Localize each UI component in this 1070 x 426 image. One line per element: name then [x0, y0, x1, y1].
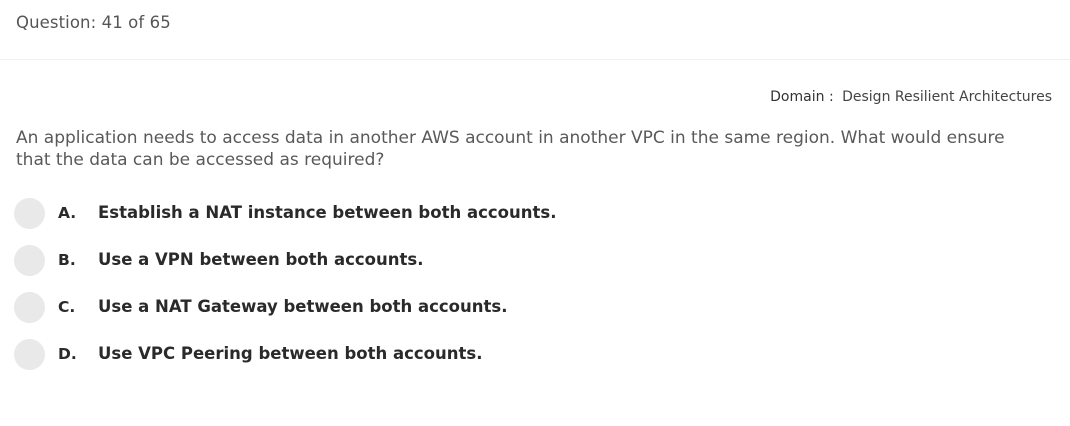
option-d-text[interactable]: Use VPC Peering between both accounts. — [98, 344, 482, 363]
option-b-letter: B. — [58, 251, 76, 269]
domain-separator: : — [828, 89, 834, 105]
option-c-letter: C. — [58, 298, 76, 316]
question-counter: Question: 41 of 65 — [16, 13, 171, 32]
option-d-letter: D. — [58, 345, 77, 363]
domain-label: Domain — [770, 89, 825, 105]
domain-info: Domain : Design Resilient Architectures — [770, 89, 1052, 105]
question-text: An application needs to access data in a… — [16, 128, 1005, 170]
option-b-radio[interactable] — [14, 245, 45, 276]
question-header: Question: 41 of 65 — [0, 0, 1070, 60]
option-b-text[interactable]: Use a VPN between both accounts. — [98, 250, 423, 269]
option-d[interactable]: D. Use VPC Peering between both accounts… — [14, 337, 914, 384]
domain-value: Design Resilient Architectures — [842, 89, 1052, 105]
option-a[interactable]: A. Establish a NAT instance between both… — [14, 196, 914, 243]
option-a-letter: A. — [58, 204, 77, 222]
option-c-text[interactable]: Use a NAT Gateway between both accounts. — [98, 297, 508, 316]
option-c[interactable]: C. Use a NAT Gateway between both accoun… — [14, 290, 914, 337]
option-a-radio[interactable] — [14, 198, 45, 229]
option-c-radio[interactable] — [14, 292, 45, 323]
option-a-text[interactable]: Establish a NAT instance between both ac… — [98, 203, 556, 222]
option-d-radio[interactable] — [14, 339, 45, 370]
option-b[interactable]: B. Use a VPN between both accounts. — [14, 243, 914, 290]
answer-options: A. Establish a NAT instance between both… — [14, 196, 914, 384]
